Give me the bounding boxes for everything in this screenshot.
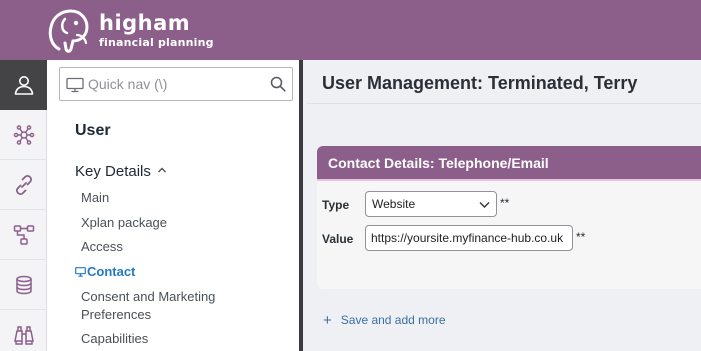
chevron-down-icon [479,202,490,208]
value-label: Value [322,232,354,246]
nav-panel: Quick nav (\) User Key Details Main Xpla… [47,60,303,351]
link-icon [15,174,32,195]
chevron-up-icon [157,167,166,173]
page-title: User Management: Terminated, Terry [322,73,638,93]
binoculars-icon [13,325,34,345]
brand-name: higham [99,10,191,35]
title-divider [307,103,701,104]
nav-section-label: Key Details [75,163,151,180]
current-page-monitor-icon [75,267,86,277]
type-label: Type [322,198,350,212]
value-input[interactable]: https://yoursite.myfinance-hub.co.uk [365,225,573,251]
nav-link-contact[interactable]: Contact [75,263,136,281]
type-select-value: Website [372,197,416,211]
plus-icon: + [323,312,332,329]
nav-link-main[interactable]: Main [81,189,109,207]
hierarchy-icon [13,224,34,245]
rail-item-network[interactable] [0,110,47,160]
rail-item-link[interactable] [0,160,47,210]
nav-link-access[interactable]: Access [81,238,123,256]
nav-link-preferences[interactable]: Preferences [81,306,151,324]
brand-tagline: financial planning [99,35,214,49]
top-header: higham financial planning [0,0,701,60]
network-icon [13,124,34,145]
type-select[interactable]: Website [365,191,497,217]
rail-item-coins[interactable] [0,260,47,310]
save-and-add-more-label: Save and add more [340,313,446,327]
coins-icon [15,275,32,294]
nav-link-contact-label: Contact [87,264,136,279]
rail-item-hierarchy[interactable] [0,210,47,260]
nav-title: User [75,122,111,139]
card-header: Contact Details: Telephone/Email [317,146,701,181]
card-title: Contact Details: Telephone/Email [328,155,549,171]
monitor-icon [66,77,84,93]
search-icon[interactable] [270,76,286,92]
rail-item-binoculars[interactable] [0,310,47,351]
value-input-text: https://yoursite.myfinance-hub.co.uk [371,231,564,245]
type-required-marker: ** [500,196,510,210]
contact-details-card: Contact Details: Telephone/Email Type We… [317,146,701,289]
save-and-add-more-button[interactable]: + Save and add more [323,312,446,329]
elephant-logo-icon [48,9,89,53]
brand-logo[interactable]: higham financial planning [45,4,214,56]
rail-item-user[interactable] [0,60,47,110]
value-required-marker: ** [576,230,586,244]
user-icon [14,76,33,95]
quick-nav-placeholder: Quick nav (\) [88,76,168,92]
nav-link-xplan-package[interactable]: Xplan package [81,214,167,232]
nav-link-consent-marketing[interactable]: Consent and Marketing [81,288,215,306]
nav-link-capabilities[interactable]: Capabilities [81,330,148,348]
main-content: User Management: Terminated, Terry Conta… [307,60,701,351]
icon-rail [0,60,47,351]
nav-section-key-details[interactable]: Key Details [75,163,167,180]
quick-nav-input[interactable]: Quick nav (\) [59,67,293,101]
